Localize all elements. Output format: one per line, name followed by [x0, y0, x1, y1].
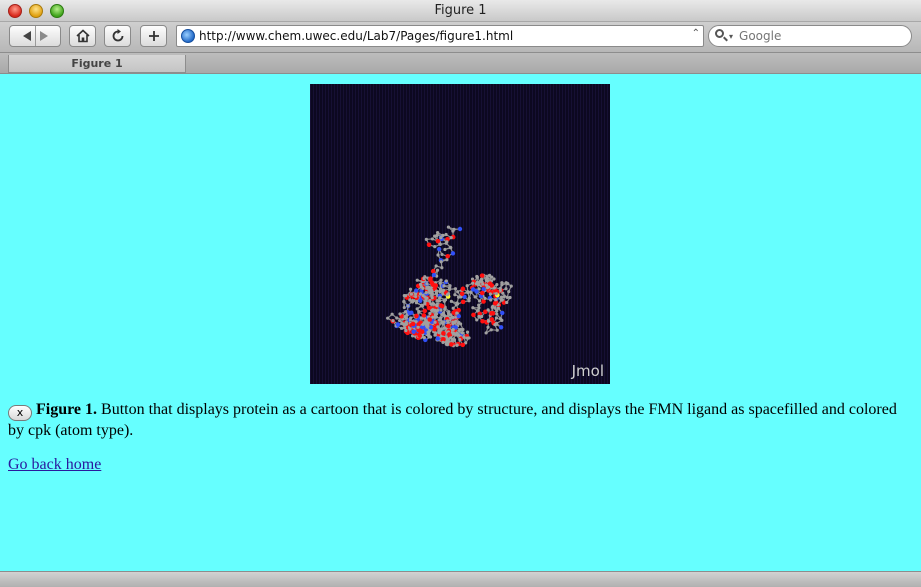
search-input[interactable] — [739, 29, 890, 43]
search-menu-caret-icon[interactable]: ▾ — [729, 32, 733, 41]
title-bar: Figure 1 — [0, 0, 921, 22]
reload-button[interactable] — [104, 25, 131, 47]
plus-icon — [148, 31, 159, 41]
reload-icon — [112, 29, 123, 42]
back-forward-buttons[interactable] — [9, 25, 61, 47]
address-bar[interactable]: ⌃ — [176, 25, 704, 47]
caption-text: Button that displays protein as a cartoo… — [8, 401, 897, 439]
home-button[interactable] — [69, 25, 96, 47]
back-arrow-icon[interactable] — [22, 31, 31, 41]
search-icon[interactable] — [715, 29, 729, 43]
jmol-logo: Jmol — [571, 362, 604, 380]
back-forward-divider — [34, 26, 36, 46]
go-back-home-link[interactable]: Go back home — [8, 456, 101, 474]
figure-label: Figure 1. — [36, 401, 98, 418]
tab-bar: Figure 1 — [0, 52, 921, 74]
url-history-caret-icon[interactable]: ⌃ — [692, 28, 700, 39]
tab-figure-1[interactable]: Figure 1 — [8, 55, 186, 73]
add-bookmark-button[interactable] — [140, 25, 167, 47]
protein-molecule-image — [386, 225, 513, 348]
toolbar: ⌃ ▾ — [0, 22, 921, 52]
globe-icon — [181, 29, 195, 43]
search-field[interactable]: ▾ — [708, 25, 912, 47]
forward-arrow-icon[interactable] — [39, 31, 48, 41]
jmol-viewer[interactable]: Jmol — [310, 84, 610, 384]
status-bar — [0, 571, 921, 587]
home-icon — [75, 29, 90, 43]
url-input[interactable] — [199, 29, 689, 43]
figure-caption: x Figure 1. Button that displays protein … — [8, 400, 913, 441]
window-title: Figure 1 — [434, 3, 487, 18]
atoms — [386, 225, 513, 348]
page-content: Jmol x Figure 1. Button that displays pro… — [0, 74, 921, 571]
cartoon-toggle-button[interactable]: x — [8, 405, 32, 421]
